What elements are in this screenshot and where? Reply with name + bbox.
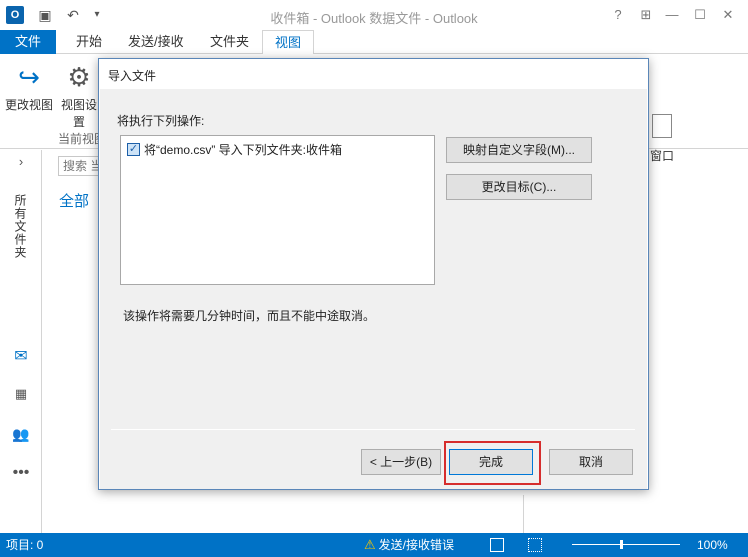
people-icon[interactable]: 👥 (0, 426, 42, 443)
more-icon[interactable]: ••• (0, 464, 42, 482)
import-file-dialog: 导入文件 将执行下列操作: ✓ 将“demo.csv” 导入下列文件夹:收件箱 … (98, 58, 649, 490)
tab-send-receive[interactable]: 发送/接收 (116, 30, 196, 54)
action-list[interactable]: ✓ 将“demo.csv” 导入下列文件夹:收件箱 (120, 135, 435, 285)
all-folders-label[interactable]: 所有文件夹 (12, 194, 29, 259)
zoom-slider[interactable] (572, 544, 680, 545)
tab-home[interactable]: 开始 (64, 30, 114, 54)
view-settings-label: 视图设置 (60, 98, 97, 129)
calendar-icon[interactable]: ▦ (0, 386, 42, 402)
action-item-label: 将“demo.csv” 导入下列文件夹:收件箱 (144, 143, 343, 157)
ribbon-display-button[interactable]: ⊞ (636, 6, 656, 24)
gear-icon: ⚙ (67, 62, 91, 92)
dialog-note: 该操作将需要几分钟时间，而且不能中途取消。 (123, 309, 376, 323)
restore-button[interactable]: ☐ (690, 6, 710, 24)
dialog-prompt: 将执行下列操作: (117, 114, 205, 128)
cancel-button[interactable]: 取消 (549, 449, 633, 475)
send-receive-error-label: 发送/接收错误 (378, 538, 454, 552)
highlight-frame (444, 441, 541, 485)
action-checkbox[interactable]: ✓ (127, 143, 140, 156)
reading-view-icon[interactable] (528, 538, 542, 552)
status-bar: 项目: 0 ⚠ 发送/接收错误 100% (0, 533, 748, 557)
change-view-label: 更改视图 (4, 98, 53, 112)
warning-icon: ⚠ (364, 537, 376, 552)
tab-folder[interactable]: 文件夹 (198, 30, 261, 54)
item-count: 项目: 0 (6, 538, 44, 552)
tab-view[interactable]: 视图 (262, 30, 315, 55)
zoom-slider-thumb[interactable] (620, 540, 623, 549)
change-view-icon: ↪ (18, 62, 40, 92)
tab-file[interactable]: 文件 (0, 30, 56, 54)
dialog-title: 导入文件 (108, 69, 157, 83)
view-settings-button[interactable]: ⚙ 视图设置 (56, 62, 102, 130)
help-button[interactable]: ? (608, 6, 628, 24)
window-icon[interactable] (652, 114, 672, 138)
pane-divider (523, 495, 524, 535)
mail-icon[interactable]: ✉ (0, 346, 42, 366)
window-label: 窗口 (650, 149, 675, 163)
map-custom-fields-button[interactable]: 映射自定义字段(M)... (446, 137, 592, 163)
change-destination-button[interactable]: 更改目标(C)... (446, 174, 592, 200)
change-view-button[interactable]: ↪ 更改视图 (4, 62, 54, 113)
normal-view-icon[interactable] (490, 538, 504, 552)
navigation-rail: › 所有文件夹 ✉ ▦ 👥 ••• (0, 150, 42, 533)
filter-all[interactable]: 全部 (59, 190, 89, 211)
dialog-separator (111, 429, 635, 430)
send-receive-error[interactable]: ⚠ 发送/接收错误 (364, 533, 454, 557)
title-bar: O ▣ ↶ ▾ 收件箱 - Outlook 数据文件 - Outlook ? ⊞… (0, 0, 748, 30)
back-button[interactable]: < 上一步(B) (361, 449, 441, 475)
expand-folder-pane-icon[interactable]: › (0, 154, 42, 169)
ribbon-tabs: 文件 开始 发送/接收 文件夹 视图 (0, 30, 748, 55)
zoom-level[interactable]: 100% (697, 533, 728, 557)
minimize-button[interactable]: — (662, 6, 682, 24)
list-item[interactable]: ✓ 将“demo.csv” 导入下列文件夹:收件箱 (127, 141, 342, 158)
close-button[interactable]: ✕ (718, 6, 738, 24)
